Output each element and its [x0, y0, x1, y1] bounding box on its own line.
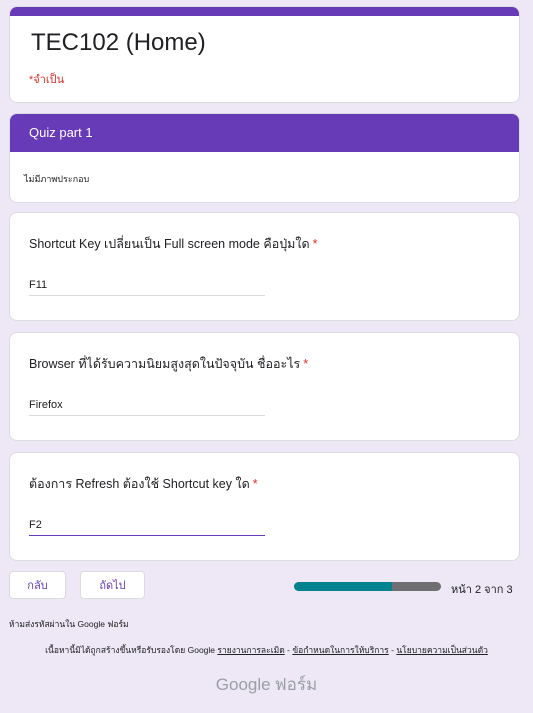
theme-bar	[10, 7, 519, 16]
footer-disclaimer: เนื้อหานี้มิได้ถูกสร้างขึ้นหรือรับรองโดย…	[0, 643, 533, 657]
back-button[interactable]: กลับ	[9, 571, 66, 599]
question-text: Shortcut Key เปลี่ยนเป็น Full screen mod…	[29, 237, 310, 251]
question-text: ต้องการ Refresh ต้องใช้ Shortcut key ใด	[29, 477, 250, 491]
question-label: ต้องการ Refresh ต้องใช้ Shortcut key ใด *	[29, 474, 258, 494]
answer-input[interactable]	[29, 275, 265, 296]
brand-google: Google	[215, 675, 271, 694]
answer-input[interactable]	[29, 515, 265, 536]
question-card: ต้องการ Refresh ต้องใช้ Shortcut key ใด *	[9, 452, 520, 561]
privacy-link[interactable]: นโยบายความเป็นส่วนตัว	[396, 645, 488, 655]
page-indicator: หน้า 2 จาก 3	[451, 584, 513, 596]
question-label: Shortcut Key เปลี่ยนเป็น Full screen mod…	[29, 234, 317, 254]
section-card: Quiz part 1 ไม่มีภาพประกอบ	[9, 113, 520, 203]
required-star: *	[303, 357, 309, 371]
report-abuse-link[interactable]: รายงานการละเมิด	[217, 645, 284, 655]
question-label: Browser ที่ได้รับความนิยมสูงสุดในปัจจุบั…	[29, 354, 308, 374]
section-title: Quiz part 1	[10, 114, 519, 152]
question-card: Shortcut Key เปลี่ยนเป็น Full screen mod…	[9, 212, 520, 321]
progress-bar	[294, 582, 441, 591]
question-text: Browser ที่ได้รับความนิยมสูงสุดในปัจจุบั…	[29, 357, 301, 371]
disclaimer-text: เนื้อหานี้มิได้ถูกสร้างขึ้นหรือรับรองโดย…	[45, 645, 216, 655]
section-description: ไม่มีภาพประกอบ	[24, 174, 90, 184]
required-star: *	[252, 477, 258, 491]
form-title: TEC102 (Home)	[31, 29, 206, 56]
password-warning: ห้ามส่งรหัสผ่านใน Google ฟอร์ม	[9, 619, 129, 629]
question-card: Browser ที่ได้รับความนิยมสูงสุดในปัจจุบั…	[9, 332, 520, 441]
answer-input[interactable]	[29, 395, 265, 416]
form-title-card: TEC102 (Home) *จำเป็น	[9, 6, 520, 103]
terms-link[interactable]: ข้อกำหนดในการให้บริการ	[292, 645, 388, 655]
progress-fill	[294, 582, 393, 591]
google-forms-logo[interactable]: Google ฟอร์ม	[0, 671, 533, 698]
next-button[interactable]: ถัดไป	[80, 571, 145, 599]
required-note: *จำเป็น	[29, 74, 65, 86]
separator: -	[287, 645, 290, 655]
brand-forms: ฟอร์ม	[274, 675, 318, 694]
required-star: *	[312, 237, 318, 251]
separator: -	[391, 645, 394, 655]
